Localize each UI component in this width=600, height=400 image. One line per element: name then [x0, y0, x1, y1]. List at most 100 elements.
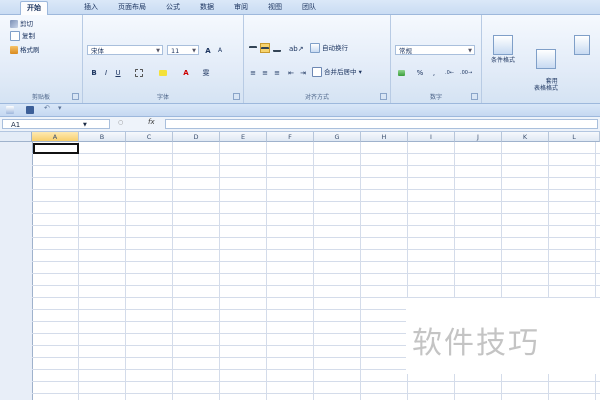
align-left-button[interactable]: ≡: [248, 67, 258, 77]
cell-styles-icon: [574, 35, 590, 55]
decrease-decimal-button[interactable]: .00→: [459, 67, 472, 77]
increase-decimal-button[interactable]: .0←: [443, 67, 456, 77]
currency-button[interactable]: [395, 67, 409, 77]
cut-button[interactable]: 剪切: [10, 19, 33, 29]
column-header-f[interactable]: F: [267, 132, 314, 142]
conditional-format-button[interactable]: 条件格式: [486, 35, 520, 64]
table-format-icon: [536, 49, 556, 69]
increase-decimal-icon: .0←: [445, 70, 454, 76]
italic-button[interactable]: I: [101, 67, 111, 77]
paintbrush-icon: [10, 46, 18, 54]
chevron-down-icon[interactable]: ▼: [83, 120, 87, 130]
align-right-icon: ≡: [274, 69, 280, 77]
scissors-icon: [10, 20, 18, 28]
paint-bucket-icon: [159, 70, 167, 76]
align-right-button[interactable]: ≡: [272, 67, 282, 77]
phonetic-button[interactable]: 雯: [199, 67, 213, 77]
chevron-down-icon: ▼: [192, 48, 196, 54]
column-header-b[interactable]: B: [79, 132, 126, 142]
comma-button[interactable]: ,: [429, 67, 439, 77]
column-header-g[interactable]: G: [314, 132, 361, 142]
merge-cells-icon: [312, 67, 322, 77]
decrease-decimal-icon: .00→: [460, 70, 473, 76]
percent-button[interactable]: %: [415, 67, 425, 77]
align-top-button[interactable]: [248, 43, 258, 53]
border-button[interactable]: [131, 67, 149, 77]
active-cell-a1[interactable]: [33, 143, 79, 154]
align-bottom-button[interactable]: [272, 43, 282, 53]
number-format-select[interactable]: 常规 ▼: [395, 45, 475, 55]
tab-insert[interactable]: 插入: [78, 1, 104, 14]
number-group-label: 数字: [429, 94, 442, 101]
font-group: 宋体 ▼ 11 ▼ A A B I U A 雯 字体: [83, 15, 244, 103]
increase-indent-button[interactable]: ⇥: [298, 67, 308, 77]
column-header-i[interactable]: I: [408, 132, 455, 142]
alignment-launcher-icon[interactable]: [380, 93, 387, 100]
underline-button[interactable]: U: [113, 67, 123, 77]
font-launcher-icon[interactable]: [233, 93, 240, 100]
wrap-text-button[interactable]: 自动换行: [310, 43, 348, 53]
tab-view[interactable]: 视图: [262, 1, 288, 14]
font-name-select[interactable]: 宋体 ▼: [87, 45, 163, 55]
number-launcher-icon[interactable]: [471, 93, 478, 100]
tab-home[interactable]: 开始: [20, 1, 48, 15]
ribbon-tab-bar: 开始 插入 页面布局 公式 数据 审阅 视图 团队: [0, 0, 600, 15]
format-painter-button[interactable]: 格式刷: [10, 45, 40, 55]
align-center-button[interactable]: ≡: [260, 67, 270, 77]
chevron-down-icon: ▼: [156, 48, 160, 54]
merge-center-button[interactable]: 合并后居中 ▾: [312, 67, 362, 77]
column-header-e[interactable]: E: [220, 132, 267, 142]
save-icon[interactable]: [26, 106, 34, 114]
number-group: 常规 ▼ % , .0← .00→ 数字: [391, 15, 482, 103]
shrink-font-button[interactable]: A: [215, 45, 225, 55]
excel-logo-icon: [6, 106, 14, 114]
select-all-button[interactable]: [0, 132, 32, 142]
text-orientation-icon: ab↗: [289, 45, 304, 53]
cell-styles-button[interactable]: [570, 35, 594, 57]
align-bottom-icon: [273, 46, 281, 52]
font-size-select[interactable]: 11 ▼: [167, 45, 199, 55]
increase-indent-icon: ⇥: [300, 69, 306, 77]
watermark-text: 软件技巧: [412, 326, 540, 361]
formula-input[interactable]: [165, 119, 598, 129]
column-header-a[interactable]: A: [32, 132, 79, 142]
align-middle-button[interactable]: [260, 43, 270, 53]
grow-font-button[interactable]: A: [203, 45, 213, 55]
tab-review[interactable]: 审阅: [228, 1, 254, 14]
format-as-table-button[interactable]: 套用 表格格式: [526, 35, 566, 99]
font-color-button[interactable]: A: [179, 67, 193, 77]
customize-qat-icon[interactable]: ▾: [58, 104, 62, 112]
tab-team[interactable]: 团队: [296, 1, 322, 14]
column-header-h[interactable]: H: [361, 132, 408, 142]
column-header-c[interactable]: C: [126, 132, 173, 142]
align-top-icon: [249, 46, 257, 52]
alignment-group: ab↗ 自动换行 ≡ ≡ ≡ ⇤ ⇥ 合并后居中 ▾ 对齐方式: [244, 15, 391, 103]
formula-bar: A1 ▼ ○ fx: [0, 117, 600, 132]
column-header-l[interactable]: L: [549, 132, 600, 142]
column-header-k[interactable]: K: [502, 132, 549, 142]
copy-icon: [10, 31, 20, 41]
tab-data[interactable]: 数据: [194, 1, 220, 14]
bold-button[interactable]: B: [89, 67, 99, 77]
column-header-d[interactable]: D: [173, 132, 220, 142]
row-header-column[interactable]: [0, 142, 33, 400]
decrease-indent-button[interactable]: ⇤: [286, 67, 296, 77]
undo-icon[interactable]: ↶: [44, 104, 50, 112]
name-box[interactable]: A1 ▼: [2, 119, 110, 129]
copy-button[interactable]: 复制: [10, 31, 35, 41]
column-header-j[interactable]: J: [455, 132, 502, 142]
fill-color-button[interactable]: [155, 67, 173, 77]
currency-icon: [397, 70, 405, 76]
conditional-format-icon: [493, 35, 513, 55]
chevron-down-icon: ▼: [468, 48, 472, 54]
cancel-entry-icon[interactable]: ○: [118, 119, 123, 126]
orientation-button[interactable]: ab↗: [288, 43, 304, 53]
align-left-icon: ≡: [250, 69, 256, 77]
border-icon: [135, 69, 143, 77]
insert-function-button[interactable]: fx: [148, 118, 155, 126]
tab-page-layout[interactable]: 页面布局: [112, 1, 152, 14]
align-middle-icon: [261, 47, 269, 51]
tab-formulas[interactable]: 公式: [160, 1, 186, 14]
clipboard-launcher-icon[interactable]: [72, 93, 79, 100]
styles-group: 条件格式 套用 表格格式: [482, 15, 600, 103]
